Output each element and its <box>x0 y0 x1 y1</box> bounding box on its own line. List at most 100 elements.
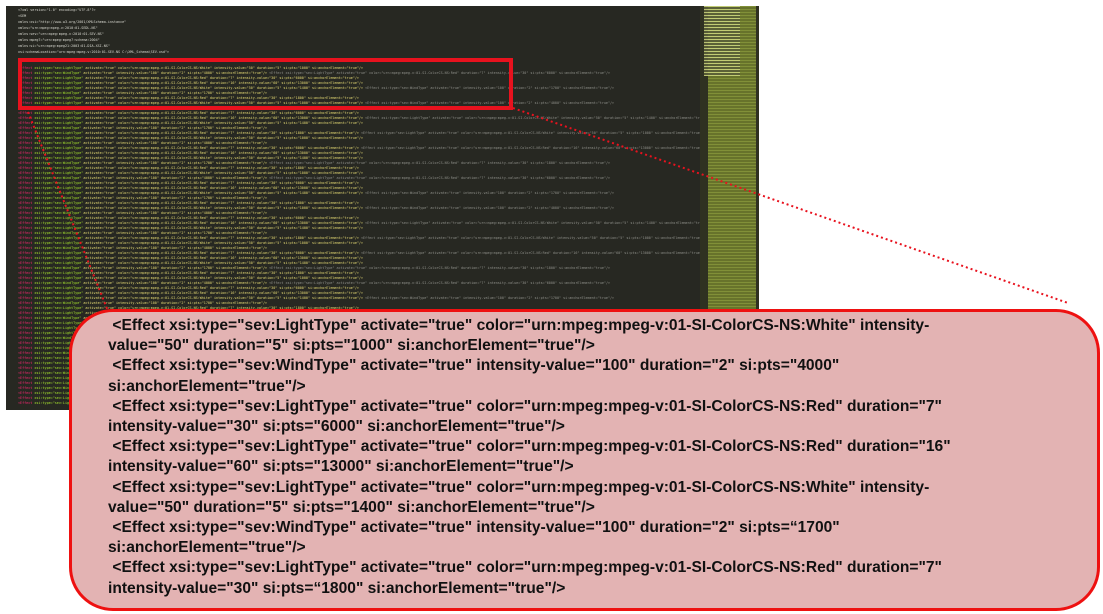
code-tag: <Effect <box>18 341 35 345</box>
code-tag: <Effect <box>18 161 35 165</box>
code-attr-values: activate="true" color="urn:mpeg:mpeg-v:0… <box>85 276 364 280</box>
callout-code-line: <Effect xsi:type="sev:LightType" activat… <box>108 438 951 456</box>
code-type-attr: xsi:type="sev:LightType" <box>34 116 86 120</box>
code-tag: <Effect <box>18 241 35 245</box>
code-type-attr: xsi:type="sev:WindType" <box>34 246 84 250</box>
code-type-attr: xsi:type="sev:LightType" <box>34 216 86 220</box>
code-tag: <Effect <box>18 346 35 350</box>
code-attr-values: activate="true" intensity-value="100" du… <box>83 301 268 305</box>
code-tag: <Effect <box>18 166 35 170</box>
code-type-attr: xsi:type="sev:LightType" <box>34 256 86 260</box>
code-attr-values: activate="true" color="urn:mpeg:mpeg-v:0… <box>85 271 359 275</box>
code-tag: <Effect <box>18 361 35 365</box>
code-header-line: xmlns="urn:mpeg:mpeg-v:2010:01-SEDL-NS" <box>18 26 98 30</box>
code-tag: <Effect <box>18 396 35 400</box>
code-attr-values: activate="true" intensity-value="100" du… <box>83 176 268 180</box>
code-header-line: <?xml version="1.0" encoding="UTF-8"?> <box>18 8 96 12</box>
callout-code-line: si:anchorElement="true"/> <box>108 377 306 395</box>
code-type-attr: xsi:type="sev:LightType" <box>34 166 86 170</box>
code-type-attr: xsi:type="sev:WindType" <box>34 211 84 215</box>
code-tag: <Effect <box>18 196 35 200</box>
code-tag: <Effect <box>18 316 35 320</box>
code-attr-values: activate="true" color="urn:mpeg:mpeg-v:0… <box>85 116 364 120</box>
code-type-attr: xsi:type="sev:LightType" <box>34 181 86 185</box>
callout-code-line: intensity-value="30" si:pts="6000" si:an… <box>108 418 565 436</box>
code-type-attr: xsi:type="sev:WindType" <box>34 266 84 270</box>
callout-code-line: intensity-value="30" si:pts=“1800" si:an… <box>108 579 566 597</box>
code-tag: <Effect <box>18 266 35 270</box>
code-type-attr: xsi:type="sev:LightType" <box>34 296 86 300</box>
code-tag: <Effect <box>18 351 35 355</box>
code-type-attr: xsi:type="sev:LightType" <box>34 306 86 310</box>
code-type-attr: xsi:type="sev:LightType" <box>34 111 86 115</box>
code-continuation: <Effect xsi:type="sev:WindType" activate… <box>363 191 615 195</box>
code-tag: <Effect <box>18 261 35 265</box>
code-attr-values: activate="true" intensity-value="100" du… <box>83 126 268 130</box>
code-attr-values: activate="true" color="urn:mpeg:mpeg-v:0… <box>85 151 364 155</box>
code-tag: <Effect <box>18 296 35 300</box>
code-attr-values: activate="true" color="urn:mpeg:mpeg-v:0… <box>85 236 359 240</box>
code-type-attr: xsi:type="sev:LightType" <box>34 251 86 255</box>
code-attr-values: activate="true" color="urn:mpeg:mpeg-v:0… <box>85 261 364 265</box>
code-type-attr: xsi:type="sev:WindType" <box>34 316 84 320</box>
code-tag: <Effect <box>18 231 35 235</box>
code-continuation: <Effect xsi:type="sev:LightType" activat… <box>267 266 611 270</box>
callout-code-line: value="50" duration="5" si:pts="1000" si… <box>108 337 595 355</box>
code-header-line: xsi:schemaLocation="urn:mpeg:mpeg-v:2010… <box>18 50 170 54</box>
code-attr-values: activate="true" color="urn:mpeg:mpeg-v:0… <box>85 291 364 295</box>
code-tag: <Effect <box>18 256 35 260</box>
code-tag: <Effect <box>18 381 35 385</box>
code-tag: <Effect <box>18 216 35 220</box>
code-header-line: xmlns:xsi="http://www.w3.org/2001/XMLSch… <box>18 20 127 24</box>
highlight-selection-box <box>18 58 513 110</box>
callout-code-line: <Effect xsi:type="sev:LightType" activat… <box>108 478 930 496</box>
code-attr-values: activate="true" intensity-value="100" du… <box>83 196 268 200</box>
code-type-attr: xsi:type="sev:WindType" <box>34 176 84 180</box>
code-attr-values: activate="true" intensity-value="100" du… <box>83 281 268 285</box>
callout-code-line: <Effect xsi:type="sev:WindType" activate… <box>108 357 840 375</box>
code-tag: <Effect <box>18 291 35 295</box>
code-tag: <Effect <box>18 271 35 275</box>
code-tag: <Effect <box>18 391 35 395</box>
code-continuation: <Effect xsi:type="sev:LightType" activat… <box>267 176 611 180</box>
code-type-attr: xsi:type="sev:LightType" <box>34 191 86 195</box>
code-tag: <Effect <box>18 176 35 180</box>
code-type-attr: xsi:type="sev:LightType" <box>34 221 86 225</box>
code-continuation: <Effect xsi:type="sev:LightType" activat… <box>363 221 700 225</box>
code-type-attr: xsi:type="sev:LightType" <box>34 131 86 135</box>
code-attr-values: activate="true" intensity-value="100" du… <box>83 266 268 270</box>
code-tag: <Effect <box>18 111 35 115</box>
callout-code-line: intensity-value="60" si:pts="13000" si:a… <box>108 458 574 476</box>
code-tag: <Effect <box>18 191 35 195</box>
code-tag: <Effect <box>18 251 35 255</box>
code-tag: <Effect <box>18 121 35 125</box>
code-tag: <Effect <box>18 221 35 225</box>
code-type-attr: xsi:type="sev:WindType" <box>34 161 84 165</box>
code-type-attr: xsi:type="sev:LightType" <box>34 171 86 175</box>
code-tag: <Effect <box>18 386 35 390</box>
callout-code-line: <Effect xsi:type="sev:LightType" activat… <box>108 397 942 415</box>
code-header-line: xmlns:si="urn:mpeg:mpeg21:2003:01-DIA-XS… <box>18 44 110 48</box>
code-type-attr: xsi:type="sev:LightType" <box>34 236 86 240</box>
code-tag: <Effect <box>18 246 35 250</box>
code-tag: <Effect <box>18 226 35 230</box>
code-attr-values: activate="true" color="urn:mpeg:mpeg-v:0… <box>85 201 359 205</box>
code-attr-values: activate="true" color="urn:mpeg:mpeg-v:0… <box>85 131 359 135</box>
code-attr-values: activate="true" color="urn:mpeg:mpeg-v:0… <box>85 286 359 290</box>
code-tag: <Effect <box>18 186 35 190</box>
code-tag: <Effect <box>18 211 35 215</box>
code-type-attr: xsi:type="sev:LightType" <box>34 321 86 325</box>
code-tag: <Effect <box>18 281 35 285</box>
code-tag: <Effect <box>18 336 35 340</box>
code-tag: <Effect <box>18 356 35 360</box>
code-type-attr: xsi:type="sev:LightType" <box>34 156 86 160</box>
code-tag: <Effect <box>18 151 35 155</box>
code-type-attr: xsi:type="sev:LightType" <box>34 261 86 265</box>
code-attr-values: activate="true" color="urn:mpeg:mpeg-v:0… <box>85 221 364 225</box>
code-tag: <Effect <box>18 136 35 140</box>
code-attr-values: activate="true" color="urn:mpeg:mpeg-v:0… <box>85 251 359 255</box>
code-type-attr: xsi:type="sev:WindType" <box>34 281 84 285</box>
code-tag: <Effect <box>18 301 35 305</box>
code-attr-values: activate="true" color="urn:mpeg:mpeg-v:0… <box>85 166 359 170</box>
code-continuation: <Effect xsi:type="sev:WindType" activate… <box>363 296 615 300</box>
